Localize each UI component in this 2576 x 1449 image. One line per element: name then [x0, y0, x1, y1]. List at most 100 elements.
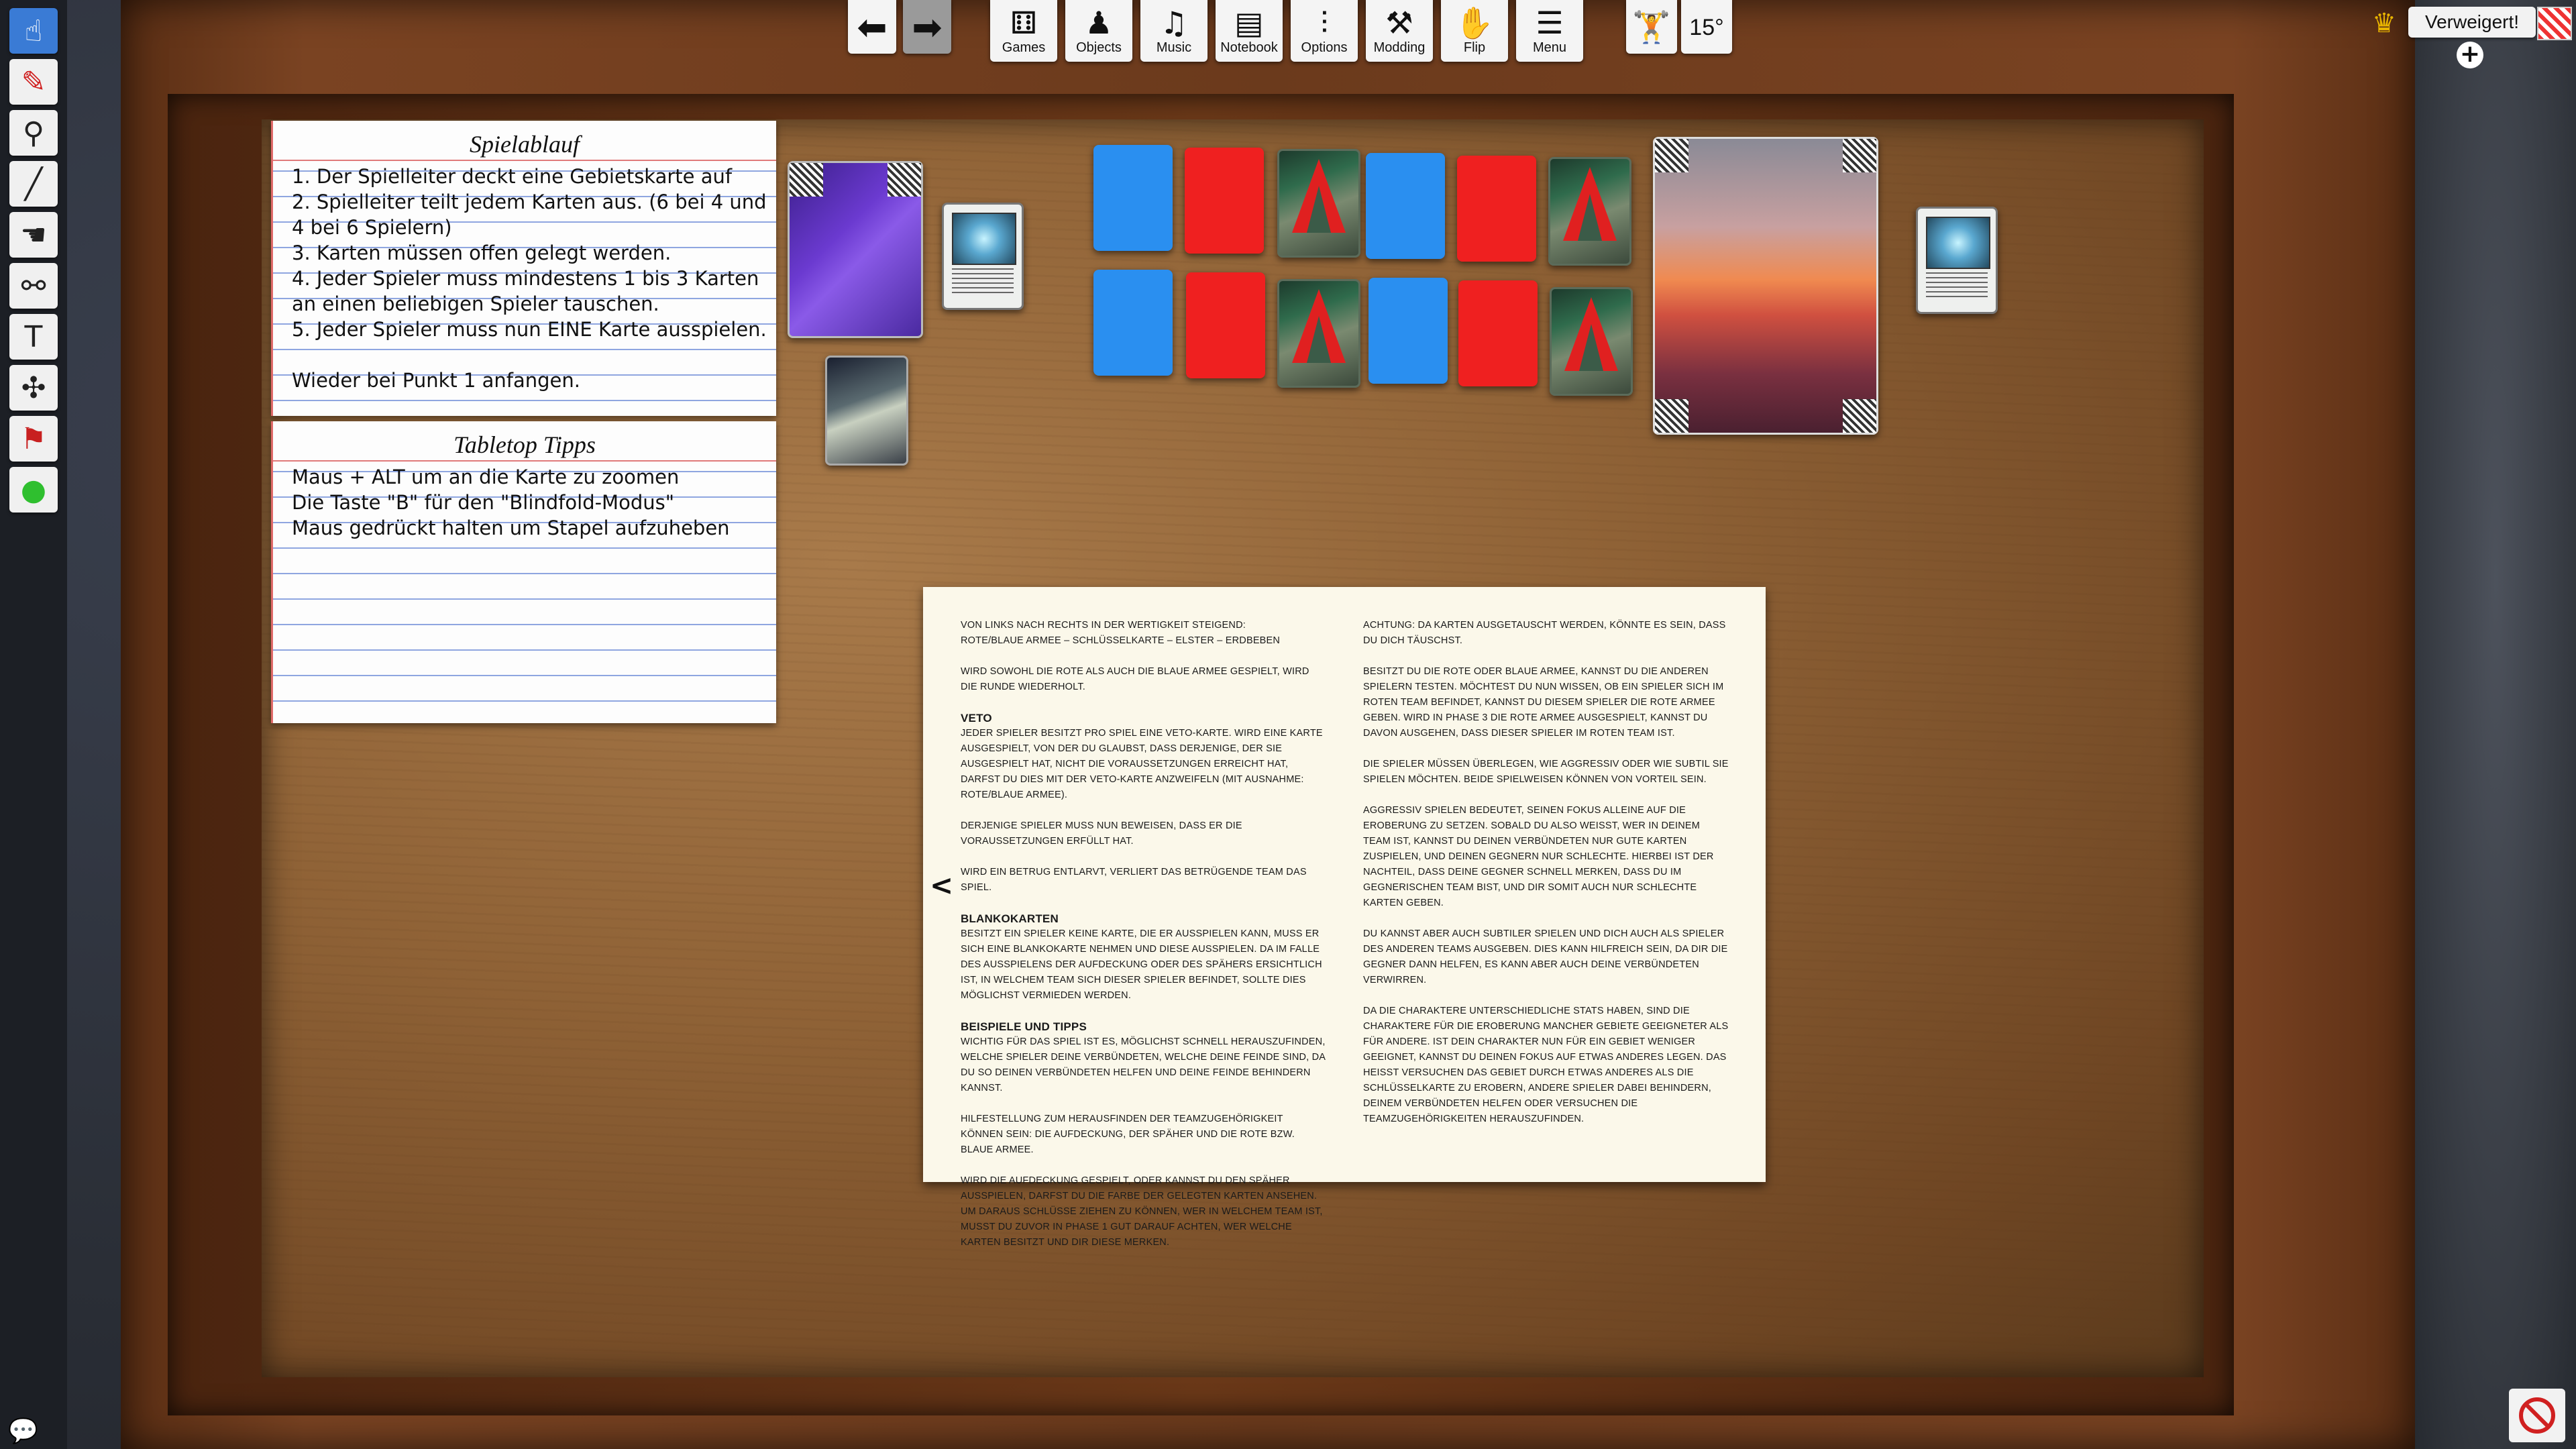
- card-blue-army[interactable]: [1368, 278, 1448, 384]
- line-tool-icon: ╱: [24, 166, 43, 201]
- rulebook-page[interactable]: < Von links nach rechts in der Wertigkei…: [923, 587, 1766, 1248]
- a-logo-icon: [1292, 159, 1346, 233]
- notebook-button[interactable]: ▤ Notebook: [1216, 0, 1283, 62]
- dice-icon: ⚅: [1010, 4, 1037, 41]
- permission-denied-badge[interactable]: Verweigert!: [2408, 7, 2536, 38]
- rulebook-paragraph: Wird die Aufdeckung gespielt, oder kanns…: [961, 1175, 1323, 1248]
- line-tool-tool-button[interactable]: ╱: [9, 161, 58, 207]
- objects-button[interactable]: ♟ Objects: [1065, 0, 1132, 62]
- left-toolbar: ☝ ✎ ⚲ ╱ ☚ ⚯ T ✣ ⚑ ●: [0, 0, 67, 1449]
- rulebook-paragraph: Wird ein Betrug entlarvt, verliert das b…: [961, 867, 1307, 893]
- card-deck-purple[interactable]: [788, 161, 923, 338]
- notecard-line: Maus gedrückt halten um Stapel aufzuhebe…: [292, 517, 730, 539]
- flick-hand-tool-button[interactable]: ☚: [9, 212, 58, 258]
- menu-label: Menu: [1532, 40, 1567, 55]
- rulebook-paragraph: Wichtig für das Spiel ist es, möglichst …: [961, 1036, 1326, 1093]
- rulebook-paragraph: Von links nach rechts in der Wertigkeit …: [961, 620, 1281, 646]
- rulebook-paragraph: Derjenige Spieler muss nun beweisen, das…: [961, 820, 1242, 847]
- card-blue-army[interactable]: [1093, 145, 1173, 251]
- text-tool-tool-button[interactable]: T: [9, 314, 58, 360]
- notecard-title: Tabletop Tipps: [273, 421, 776, 462]
- stamp-icon: ⚑: [20, 421, 47, 456]
- flip-hand-icon: ✋: [1455, 4, 1494, 41]
- notecard-line: 1. Der Spielleiter deckt eine Gebietskar…: [292, 165, 733, 188]
- card-red-army[interactable]: [1457, 156, 1536, 262]
- notecard-line: 3. Karten müssen offen gelegt werden.: [292, 241, 672, 264]
- card-blue-army[interactable]: [1093, 270, 1173, 376]
- sliders-icon: ⫶: [1320, 4, 1328, 41]
- notecard-tabletop-tipps[interactable]: Tabletop Tipps Maus + ALT um an die Kart…: [271, 421, 776, 723]
- stamp-tool-button[interactable]: ⚑: [9, 416, 58, 462]
- menu-button[interactable]: ☰ Menu: [1516, 0, 1583, 62]
- character-card[interactable]: [942, 203, 1024, 310]
- territory-card[interactable]: [1653, 137, 1878, 435]
- pointer-hand-tool-button[interactable]: ☝: [9, 8, 58, 54]
- card-aurora[interactable]: [1548, 157, 1631, 266]
- joint-tool-icon: ⚯: [21, 268, 46, 303]
- card-red-army[interactable]: [1185, 148, 1264, 254]
- rulebook-paragraph: Da die Charaktere unterschiedliche Stats…: [1363, 1006, 1729, 1124]
- pawn-icon: ♟: [1085, 4, 1113, 41]
- notecard-title: Spielablauf: [273, 121, 776, 161]
- notecard-line: 4 bei 6 Spielern): [292, 216, 452, 239]
- hamburger-icon: ☰: [1536, 4, 1564, 41]
- player-flag-icon[interactable]: [2537, 7, 2572, 40]
- location-pin-tool-button[interactable]: ⚲: [9, 110, 58, 156]
- card-aurora[interactable]: [1277, 279, 1360, 388]
- notecard-line: an einen beliebigen Spieler tauschen.: [292, 292, 659, 315]
- options-button[interactable]: ⫶ Options: [1291, 0, 1358, 62]
- rotation-angle-button[interactable]: 15°: [1681, 0, 1732, 54]
- deck-corner-marker: [888, 163, 921, 197]
- location-pin-icon: ⚲: [22, 115, 45, 150]
- objects-label: Objects: [1076, 40, 1122, 55]
- card-aurora[interactable]: [1550, 287, 1633, 396]
- flip-button[interactable]: ✋ Flip: [1441, 0, 1508, 62]
- pointer-hand-icon: ☝: [24, 13, 43, 48]
- blindfold-toggle-button[interactable]: [2509, 1389, 2565, 1442]
- notecard-line: 2. Spielleiter teilt jedem Karten aus. (…: [292, 191, 767, 213]
- previous-page-arrow[interactable]: <: [930, 869, 953, 902]
- speaker-icon: ♫: [1160, 4, 1188, 41]
- card-text: [1925, 272, 1988, 300]
- chat-icon[interactable]: 💬: [8, 1417, 38, 1445]
- character-card[interactable]: [1916, 207, 1998, 314]
- joint-tool-tool-button[interactable]: ⚯: [9, 263, 58, 309]
- music-button[interactable]: ♫ Music: [1140, 0, 1208, 62]
- text-tool-icon: T: [24, 319, 43, 354]
- modding-label: Modding: [1373, 40, 1426, 55]
- undo-button[interactable]: ⬅: [848, 0, 896, 54]
- notecard-spielablauf[interactable]: Spielablauf 1. Der Spielleiter deckt ein…: [271, 121, 776, 416]
- physics-button[interactable]: 🏋: [1626, 0, 1677, 54]
- a-logo-icon: [1292, 289, 1346, 363]
- green-ball-tool-button[interactable]: ●: [9, 467, 58, 513]
- add-player-icon[interactable]: +: [2457, 42, 2483, 68]
- notecard-line: Maus + ALT um an die Karte zu zoomen: [292, 466, 680, 488]
- card-art: [951, 213, 1017, 266]
- gizmo-tool-button[interactable]: ✣: [9, 365, 58, 411]
- rotation-angle-label: 15°: [1689, 14, 1724, 40]
- tools-icon: ⚒: [1385, 4, 1413, 41]
- card-blue-army[interactable]: [1366, 153, 1445, 259]
- card-aurora[interactable]: [1277, 149, 1360, 258]
- prohibited-icon: [2519, 1397, 2555, 1434]
- weightlifter-icon: 🏋: [1632, 9, 1671, 45]
- modding-button[interactable]: ⚒ Modding: [1366, 0, 1433, 62]
- games-button[interactable]: ⚅ Games: [990, 0, 1057, 62]
- notebook-icon: ▤: [1234, 4, 1264, 41]
- rulebook-heading: Veto: [961, 712, 992, 724]
- deck-corner-marker: [1843, 139, 1876, 172]
- rulebook-paragraph: Die Spieler müssen überlegen, wie aggres…: [1363, 759, 1729, 785]
- card-red-army[interactable]: [1186, 272, 1265, 378]
- pen-tool-button[interactable]: ✎: [9, 59, 58, 105]
- card-red-army[interactable]: [1458, 280, 1538, 386]
- notecard-line: Die Taste "B" für den "Blindfold-Modus": [292, 491, 675, 514]
- deck-corner-marker: [1843, 399, 1876, 433]
- deck-corner-marker: [1655, 399, 1688, 433]
- notecard-line: Wieder bei Punkt 1 anfangen.: [292, 369, 581, 392]
- card-art: [1925, 217, 1991, 270]
- redo-button[interactable]: ➡: [903, 0, 951, 54]
- a-logo-icon: [1564, 297, 1618, 371]
- card-galaxy[interactable]: [825, 356, 908, 466]
- notebook-label: Notebook: [1220, 40, 1278, 55]
- music-label: Music: [1156, 40, 1192, 55]
